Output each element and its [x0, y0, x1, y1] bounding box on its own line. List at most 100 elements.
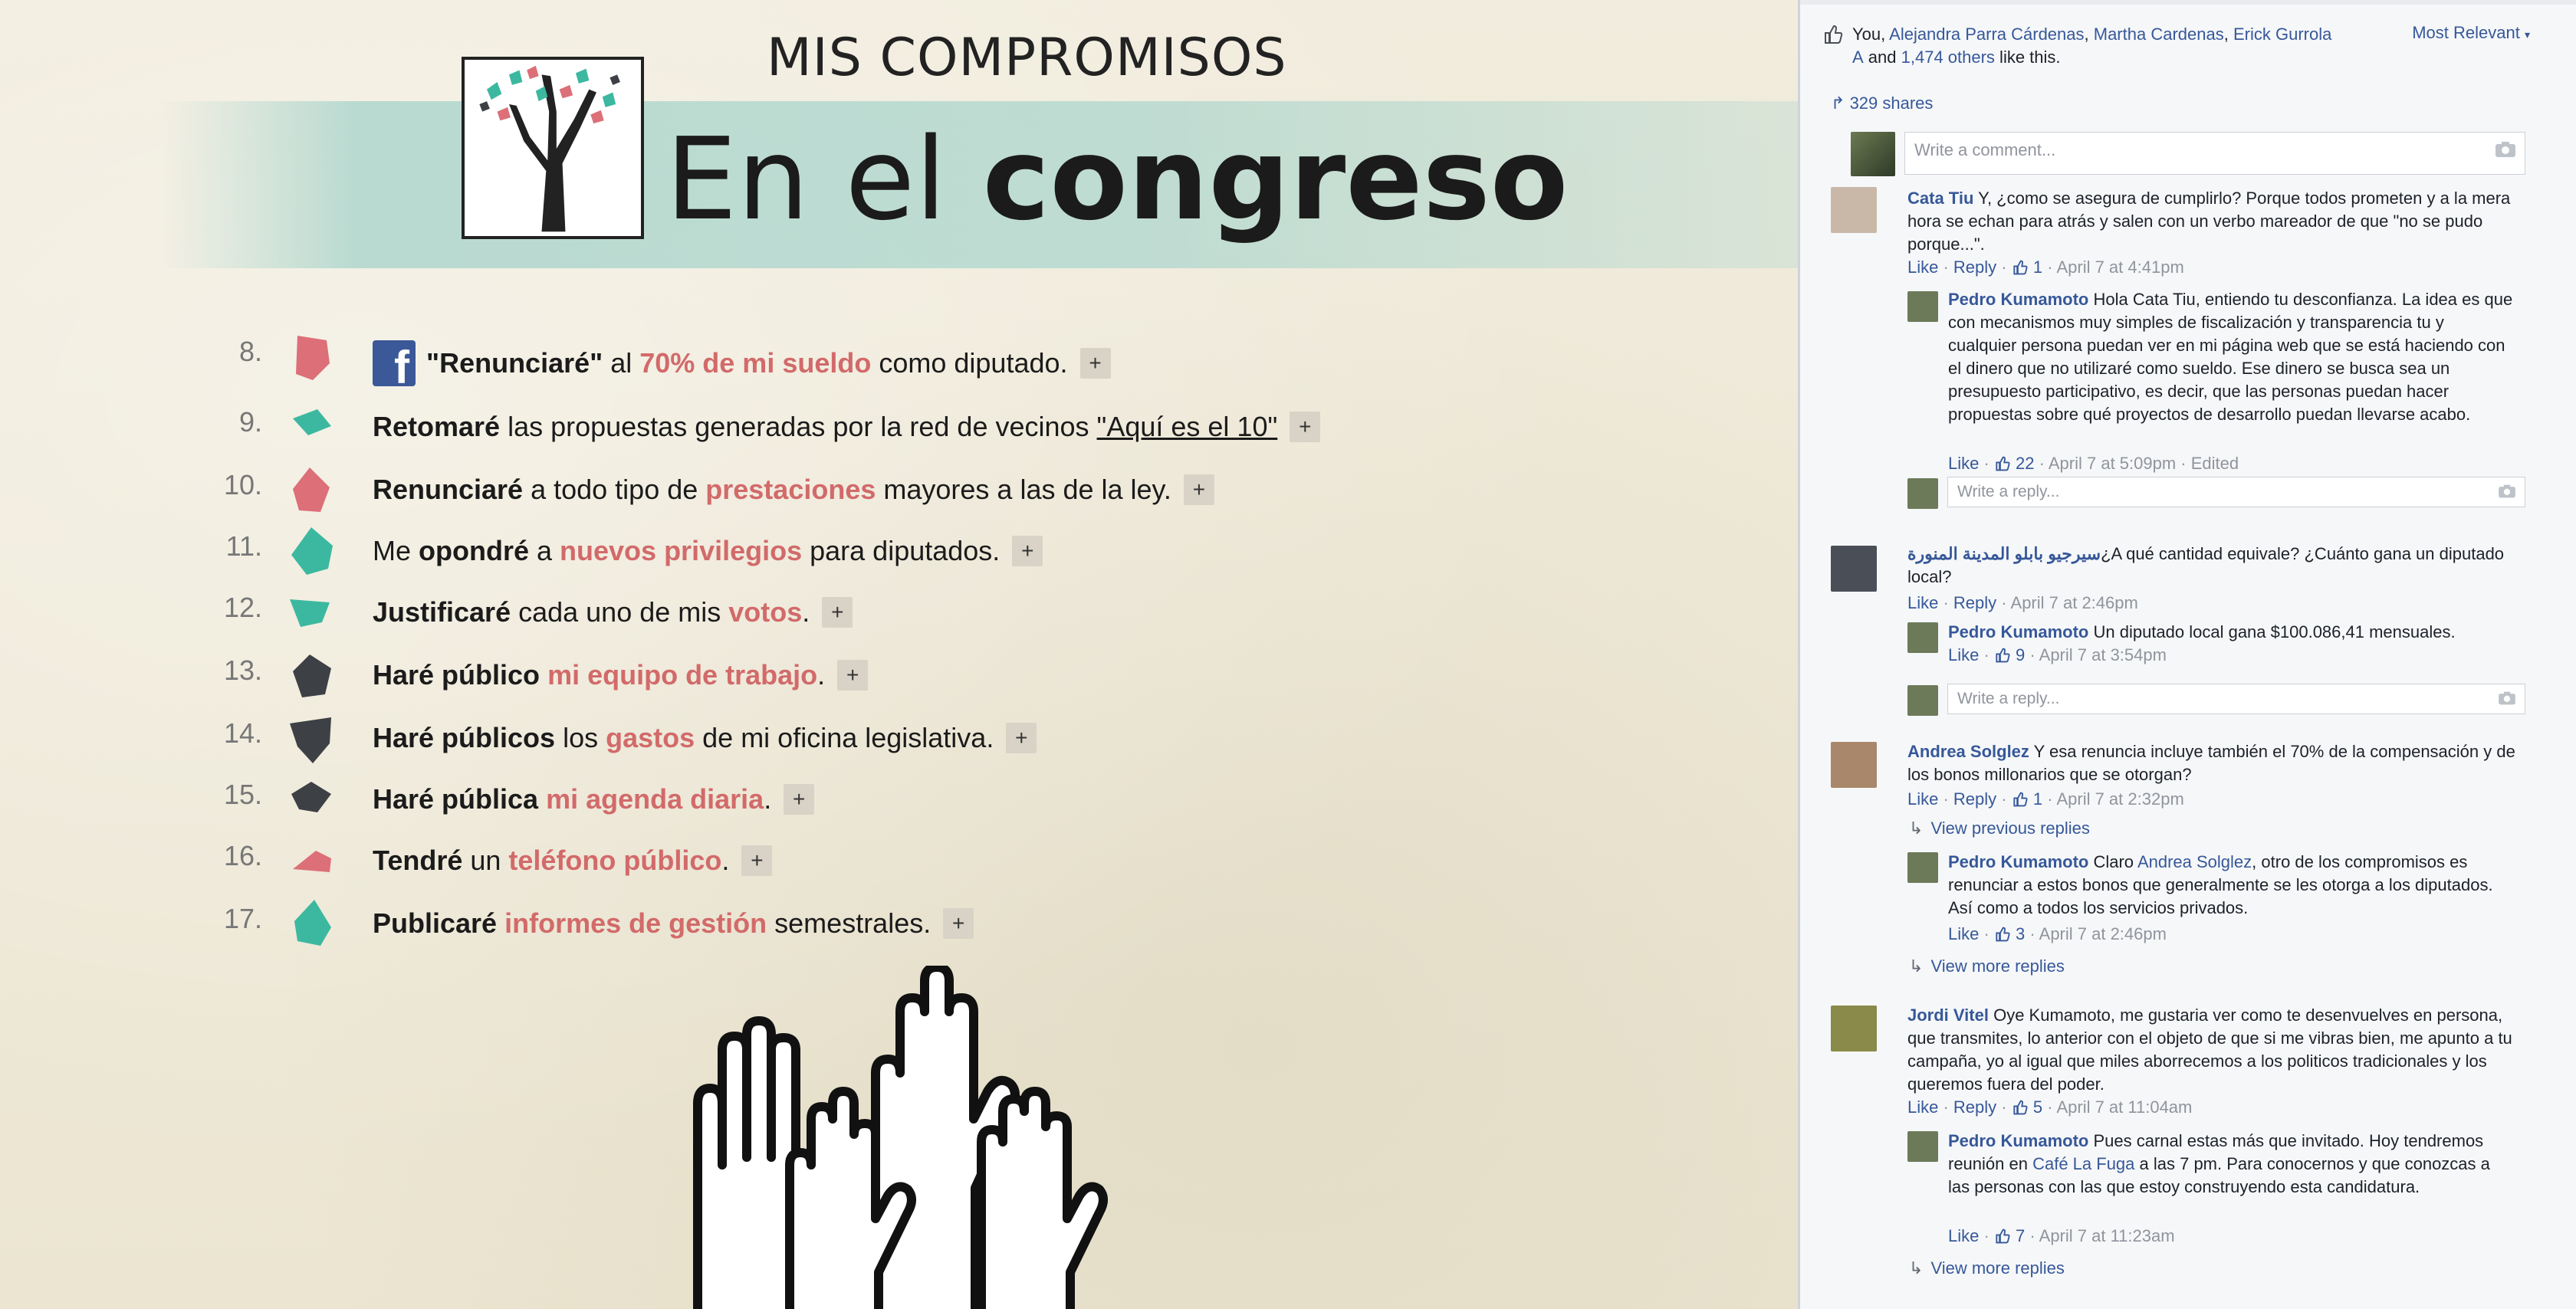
commitment-phrase: de mi oficina legislativa.: [695, 722, 994, 753]
commitment-phrase: .: [764, 783, 772, 815]
camera-icon[interactable]: [2494, 140, 2517, 159]
like-link[interactable]: Like: [1907, 593, 1938, 612]
avatar[interactable]: [1907, 852, 1938, 883]
thumbs-up-icon: [2013, 260, 2028, 275]
like-count[interactable]: 7: [1994, 1226, 2025, 1245]
avatar[interactable]: [1831, 742, 1877, 788]
reply-input[interactable]: Write a reply...: [1947, 684, 2525, 714]
expand-button[interactable]: +: [1012, 536, 1043, 566]
comment-meta: Like · Reply · 1 · April 7 at 4:41pm: [1907, 258, 2184, 277]
expand-button[interactable]: +: [822, 597, 853, 628]
reply-link[interactable]: Reply: [1953, 789, 1996, 809]
commenter-name[interactable]: Jordi Vitel: [1907, 1006, 1989, 1025]
reply-placeholder: Write a reply...: [1957, 690, 2060, 707]
commitment-phrase: .: [721, 845, 730, 876]
avatar[interactable]: [1907, 685, 1938, 716]
commitment-number: 13.: [223, 654, 262, 686]
sort-dropdown[interactable]: Most Relevant ▾: [2412, 23, 2530, 43]
avatar[interactable]: [1907, 478, 1938, 509]
mention-link[interactable]: Café La Fuga: [2032, 1154, 2134, 1173]
comment-time: April 7 at 2:46pm: [2039, 924, 2167, 943]
commenter-name[interactable]: سيرجيو بابلو المدينة المنورة: [1907, 544, 2101, 563]
avatar[interactable]: [1907, 622, 1938, 653]
commitment-phrase: Haré público: [373, 659, 540, 691]
view-more-replies[interactable]: ↳ View more replies: [1909, 1258, 2065, 1278]
liker-link[interactable]: Alejandra Parra Cárdenas: [1889, 25, 2084, 44]
avatar[interactable]: [1907, 291, 1938, 322]
liker-link[interactable]: Martha Cardenas: [2094, 25, 2224, 44]
avatar[interactable]: [1907, 1131, 1938, 1162]
like-link[interactable]: Like: [1907, 1097, 1938, 1117]
avatar[interactable]: [1831, 187, 1877, 233]
expand-button[interactable]: +: [1183, 474, 1214, 505]
commitment-phrase: .: [802, 596, 810, 628]
avatar[interactable]: [1831, 546, 1877, 592]
comment-time: April 7 at 11:23am: [2039, 1226, 2175, 1245]
comment-time: April 7 at 11:04am: [2056, 1097, 2193, 1117]
highlight-text: informes de gestión: [504, 907, 767, 939]
comment-placeholder: Write a comment...: [1914, 140, 2056, 159]
view-more-replies[interactable]: ↳ View more replies: [1909, 956, 2065, 976]
commitment-phrase: cada uno de mis: [511, 596, 729, 628]
commitment-phrase: los: [555, 722, 606, 753]
mention-link[interactable]: Andrea Solglez: [2137, 852, 2252, 871]
avatar[interactable]: [1831, 1006, 1877, 1051]
like-count[interactable]: 3: [1994, 924, 2025, 943]
like-link[interactable]: Like: [1948, 1226, 1979, 1245]
reply-link[interactable]: Reply: [1953, 258, 1996, 277]
expand-button[interactable]: +: [741, 845, 773, 876]
like-count-value: 3: [2016, 924, 2026, 943]
avatar[interactable]: [1851, 132, 1895, 176]
expand-button[interactable]: +: [837, 660, 869, 691]
commitment-phrase: un: [462, 845, 509, 876]
like-count[interactable]: 5: [2012, 1097, 2042, 1117]
like-count[interactable]: 1: [2012, 789, 2042, 809]
commitment-phrase: Me: [373, 535, 419, 566]
polygon-bullet-icon: [287, 834, 336, 887]
commitment-phrase: Haré pública: [373, 783, 539, 815]
view-previous-replies[interactable]: ↳ View previous replies: [1909, 819, 2090, 838]
raised-hands-illustration: [693, 966, 1108, 1309]
commenter-name[interactable]: Andrea Solglez: [1907, 742, 2029, 761]
commitment-phrase: "Renunciaré": [426, 347, 603, 379]
view-previous-replies-label: View previous replies: [1930, 819, 2090, 838]
comment-meta: Like · Reply · April 7 at 2:46pm: [1907, 593, 2138, 612]
comment-meta: Like · 3 · April 7 at 2:46pm: [1948, 924, 2167, 943]
reply-link[interactable]: Reply: [1953, 593, 1996, 612]
like-count[interactable]: 22: [1994, 454, 2035, 473]
commenter-name[interactable]: Cata Tiu: [1907, 189, 1973, 208]
polygon-bullet-icon: [287, 773, 336, 826]
comment-input[interactable]: Write a comment...: [1904, 132, 2525, 175]
camera-icon[interactable]: [2497, 484, 2517, 499]
like-count[interactable]: 9: [1994, 645, 2025, 664]
like-link[interactable]: Like: [1948, 454, 1979, 473]
like-count-value: 9: [2016, 645, 2026, 664]
camera-icon[interactable]: [2497, 691, 2517, 706]
commenter-name[interactable]: Pedro Kumamoto: [1948, 1131, 2088, 1150]
expand-button[interactable]: +: [1006, 723, 1037, 753]
like-link[interactable]: Like: [1948, 924, 1979, 943]
like-link[interactable]: Like: [1907, 789, 1938, 809]
expand-button[interactable]: +: [1079, 348, 1111, 379]
commitment-number: 10.: [223, 469, 262, 500]
reply-input[interactable]: Write a reply...: [1947, 477, 2525, 507]
commitment-text: Haré públicos los gastos de mi oficina l…: [373, 722, 1037, 754]
like-link[interactable]: Like: [1907, 258, 1938, 277]
like-count[interactable]: 1: [2012, 258, 2042, 277]
expand-button[interactable]: +: [1290, 412, 1321, 442]
likes-others-link[interactable]: 1,474 others: [1901, 48, 1995, 67]
facebook-icon[interactable]: f: [373, 340, 416, 391]
underlined-link[interactable]: "Aquí es el 10": [1097, 411, 1278, 443]
expand-button[interactable]: +: [943, 908, 974, 939]
commenter-name[interactable]: Pedro Kumamoto: [1948, 290, 2088, 309]
caret-down-icon: ▾: [2524, 28, 2530, 41]
like-link[interactable]: Like: [1948, 645, 1979, 664]
comment-time: April 7 at 2:46pm: [2010, 593, 2138, 612]
commenter-name[interactable]: Pedro Kumamoto: [1948, 622, 2088, 641]
expand-button[interactable]: +: [784, 784, 815, 815]
shares-link[interactable]: ↱ 329 shares: [1831, 94, 1933, 113]
comment-text: Y, ¿como se asegura de cumplirlo? Porque…: [1907, 189, 2511, 254]
highlight-text: 70% de mi sueldo: [639, 347, 872, 379]
commenter-name[interactable]: Pedro Kumamoto: [1948, 852, 2088, 871]
reply-link[interactable]: Reply: [1953, 1097, 1996, 1117]
